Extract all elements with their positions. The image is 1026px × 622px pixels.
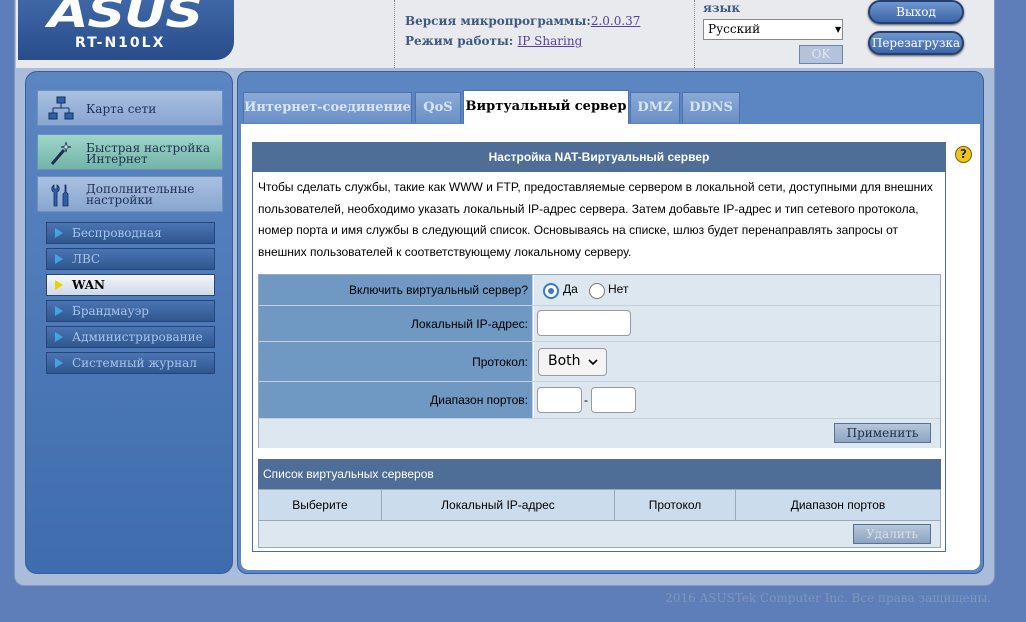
sidebar-item-network-map[interactable]: Карта сети [37, 90, 223, 126]
apply-row: Применить [259, 419, 940, 448]
logout-button[interactable]: Выход [868, 0, 964, 24]
port-from-input[interactable] [537, 387, 582, 413]
sidebar-item-label: Интернет [86, 152, 148, 166]
wrench-icon [51, 184, 69, 207]
language-label: язык [703, 1, 741, 15]
language-value: Русский [708, 22, 761, 36]
protocol-label: Протокол: [259, 342, 533, 381]
form-row-enable: Включить виртуальный сервер? Да Нет [259, 275, 940, 306]
header-divider [394, 0, 395, 68]
firmware-info: Версия микропрограммы:2.0.0.37 [405, 14, 640, 28]
reboot-button[interactable]: Перезагрузка [868, 31, 964, 55]
delete-button[interactable]: Удалить [853, 524, 931, 544]
sidebar-item-wireless[interactable]: Беспроводная [46, 222, 215, 244]
sidebar-item-lan[interactable]: ЛВС [46, 248, 215, 270]
mode-info: Режим работы: IP Sharing [405, 34, 582, 48]
sidebar-item-advanced-settings[interactable]: Дополнительные настройки [37, 176, 223, 212]
magic-wand-icon [50, 141, 72, 165]
language-ok-button[interactable]: OK [799, 45, 843, 64]
port-to-input[interactable] [591, 387, 636, 413]
port-range-cell: - [534, 382, 940, 418]
column-header-port-range: Диапазон портов [736, 490, 940, 521]
sidebar: Карта сети Быстрая настройка Интернет До… [25, 71, 233, 574]
header-divider [694, 0, 695, 68]
apply-button[interactable]: Применить [834, 423, 931, 443]
column-header-local-ip: Локальный IP-адрес [382, 490, 615, 521]
sidebar-item-label: Карта сети [86, 102, 157, 116]
brand-logo: ASUS [48, 0, 203, 37]
firmware-link[interactable]: 2.0.0.37 [591, 14, 641, 28]
radio-no[interactable] [589, 283, 605, 299]
protocol-value: Both [548, 353, 581, 369]
enable-label: Включить виртуальный сервер? [259, 275, 533, 305]
sidebar-item-administration[interactable]: Администрирование [46, 326, 215, 348]
local-ip-input[interactable] [537, 310, 631, 336]
sidebar-item-wan[interactable]: WAN [46, 274, 215, 296]
sidebar-item-label: Системный журнал [72, 356, 197, 370]
arrow-icon [55, 228, 63, 238]
sidebar-item-label: Администрирование [72, 330, 203, 344]
language-select[interactable]: Русский ▼ [703, 19, 843, 40]
section-description: Чтобы сделать службы, такие как WWW и FT… [258, 180, 933, 259]
arrow-icon [55, 332, 63, 342]
arrow-icon [55, 280, 63, 290]
form-row-protocol: Протокол: Both [259, 342, 940, 382]
settings-form: Включить виртуальный сервер? Да Нет Лока… [258, 274, 941, 448]
sidebar-item-quick-setup[interactable]: Быстрая настройка Интернет [37, 134, 223, 170]
mode-label: Режим работы: [405, 34, 514, 48]
sidebar-item-label: Брандмауэр [72, 304, 149, 318]
network-map-icon [48, 96, 74, 120]
port-range-label: Диапазон портов: [259, 382, 533, 418]
sidebar-item-label: Беспроводная [72, 226, 162, 240]
local-ip-cell [534, 306, 940, 341]
column-header-protocol: Протокол [615, 490, 736, 521]
sidebar-item-label: настройки [86, 193, 153, 207]
port-separator: - [584, 393, 588, 407]
tab-ddns[interactable]: DDNS [682, 92, 740, 123]
copyright-footer: 2016 ASUSTek Computer Inc. Все права защ… [665, 591, 991, 605]
column-header-select: Выберите [259, 490, 382, 521]
tab-dmz[interactable]: DMZ [630, 92, 680, 123]
virtual-server-list: Выберите Локальный IP-адрес Протокол Диа… [258, 489, 941, 548]
help-icon[interactable]: ? [955, 146, 972, 163]
radio-yes[interactable] [543, 283, 559, 299]
model-name: RT-N10LX [75, 35, 166, 51]
arrow-icon [55, 358, 63, 368]
local-ip-label: Локальный IP-адрес: [259, 306, 533, 341]
arrow-icon [55, 306, 63, 316]
sidebar-item-label: WAN [72, 278, 105, 292]
sidebar-item-system-log[interactable]: Системный журнал [46, 352, 215, 374]
protocol-cell: Both [534, 342, 940, 381]
section-title: Настройка NAT-Виртуальный сервер [252, 142, 946, 172]
sidebar-item-label: ЛВС [72, 252, 101, 266]
tab-qos[interactable]: QoS [415, 92, 461, 123]
radio-yes-label: Да [563, 282, 578, 296]
chevron-down-icon [588, 359, 598, 366]
radio-no-label: Нет [608, 282, 629, 296]
chevron-down-icon: ▼ [835, 25, 842, 34]
list-title: Список виртуальных серверов [258, 459, 941, 489]
logo: ASUS RT-N10LX [18, 0, 234, 60]
arrow-icon [55, 254, 63, 264]
tab-internet-connection[interactable]: Интернет-соединение [243, 92, 412, 123]
tab-virtual-server[interactable]: Виртуальный сервер [463, 90, 629, 124]
sidebar-item-firewall[interactable]: Брандмауэр [46, 300, 215, 322]
protocol-select[interactable]: Both [538, 348, 607, 376]
mode-link[interactable]: IP Sharing [518, 34, 583, 48]
form-row-port-range: Диапазон портов: - [259, 382, 940, 419]
enable-options: Да Нет [534, 275, 940, 305]
firmware-label: Версия микропрограммы: [405, 14, 591, 28]
form-row-local-ip: Локальный IP-адрес: [259, 306, 940, 342]
